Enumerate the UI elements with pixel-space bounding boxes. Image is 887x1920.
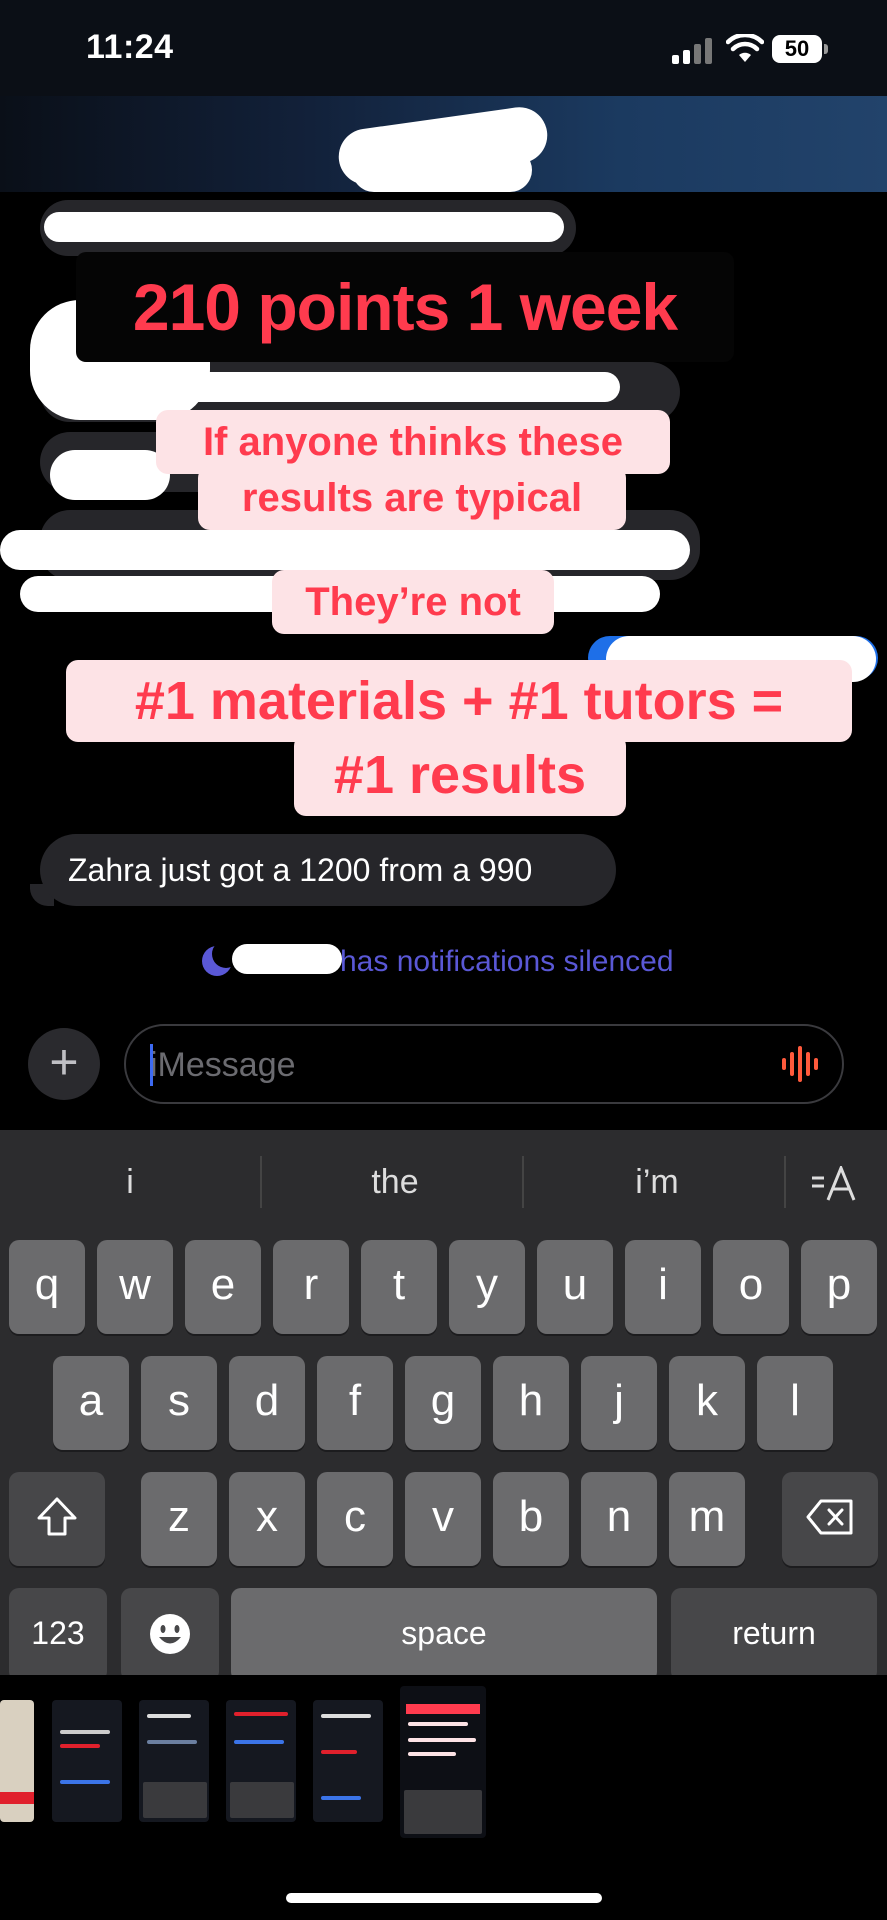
notifications-silenced-text: has notifications silenced: [340, 945, 674, 978]
plus-button[interactable]: +: [28, 1028, 100, 1100]
key-g[interactable]: g: [405, 1356, 481, 1450]
photo-thumbnail[interactable]: [139, 1700, 209, 1822]
photo-thumbnail[interactable]: [313, 1700, 383, 1822]
shift-key[interactable]: [9, 1472, 105, 1566]
text-caret: [150, 1044, 153, 1086]
key-u[interactable]: u: [537, 1240, 613, 1334]
numbers-key[interactable]: 123: [9, 1588, 107, 1682]
space-key[interactable]: space: [231, 1588, 657, 1682]
key-t[interactable]: t: [361, 1240, 437, 1334]
suggestion-item[interactable]: i’m: [562, 1142, 752, 1222]
battery-indicator: 50: [772, 35, 830, 63]
text-format-icon[interactable]: [810, 1166, 858, 1202]
status-time: 11:24: [86, 28, 174, 66]
key-n[interactable]: n: [581, 1472, 657, 1566]
key-v[interactable]: v: [405, 1472, 481, 1566]
redaction-scribble: [0, 530, 690, 570]
key-z[interactable]: z: [141, 1472, 217, 1566]
key-x[interactable]: x: [229, 1472, 305, 1566]
caption-title: 210 points 1 week: [76, 252, 734, 362]
caption-line: results are typical: [198, 466, 626, 530]
redaction-scribble: [40, 372, 620, 402]
caption-line: If anyone thinks these: [156, 410, 670, 474]
key-w[interactable]: w: [97, 1240, 173, 1334]
plus-icon: +: [49, 1034, 79, 1090]
redaction-scribble: [232, 944, 342, 974]
key-f[interactable]: f: [317, 1356, 393, 1450]
photo-thumbnail[interactable]: [226, 1700, 296, 1822]
key-c[interactable]: c: [317, 1472, 393, 1566]
home-indicator[interactable]: [286, 1893, 602, 1903]
key-y[interactable]: y: [449, 1240, 525, 1334]
delete-key[interactable]: [782, 1472, 878, 1566]
key-k[interactable]: k: [669, 1356, 745, 1450]
key-d[interactable]: d: [229, 1356, 305, 1450]
key-i[interactable]: i: [625, 1240, 701, 1334]
key-j[interactable]: j: [581, 1356, 657, 1450]
shift-icon: [37, 1497, 77, 1536]
key-m[interactable]: m: [669, 1472, 745, 1566]
photo-thumbnail[interactable]: [52, 1700, 122, 1822]
photo-thumbnail-selected[interactable]: [400, 1686, 486, 1838]
key-a[interactable]: a: [53, 1356, 129, 1450]
photo-thumbnail[interactable]: [0, 1700, 34, 1822]
message-bubble[interactable]: Zahra just got a 1200 from a 990: [40, 834, 616, 906]
waveform-icon[interactable]: [780, 1044, 820, 1084]
key-p[interactable]: p: [801, 1240, 877, 1334]
redaction-scribble: [50, 450, 170, 500]
redaction-scribble: [44, 212, 564, 242]
delete-icon: [806, 1499, 853, 1535]
message-placeholder: iMessage: [150, 1046, 296, 1084]
key-h[interactable]: h: [493, 1356, 569, 1450]
suggestion-item[interactable]: the: [300, 1142, 490, 1222]
return-key[interactable]: return: [671, 1588, 877, 1682]
key-q[interactable]: q: [9, 1240, 85, 1334]
caption-line: #1 results: [294, 734, 626, 816]
key-s[interactable]: s: [141, 1356, 217, 1450]
key-b[interactable]: b: [493, 1472, 569, 1566]
redaction-scribble: [352, 148, 532, 192]
emoji-key[interactable]: [121, 1588, 219, 1682]
suggestion-item[interactable]: i: [40, 1142, 220, 1222]
key-o[interactable]: o: [713, 1240, 789, 1334]
cellular-signal-icon: [672, 38, 714, 64]
key-r[interactable]: r: [273, 1240, 349, 1334]
key-e[interactable]: e: [185, 1240, 261, 1334]
caption-line: They’re not: [272, 570, 554, 634]
wifi-icon: [726, 34, 764, 62]
battery-level: 50: [772, 35, 822, 63]
emoji-icon: [150, 1614, 190, 1654]
key-l[interactable]: l: [757, 1356, 833, 1450]
caption-line: #1 materials + #1 tutors =: [66, 660, 852, 742]
